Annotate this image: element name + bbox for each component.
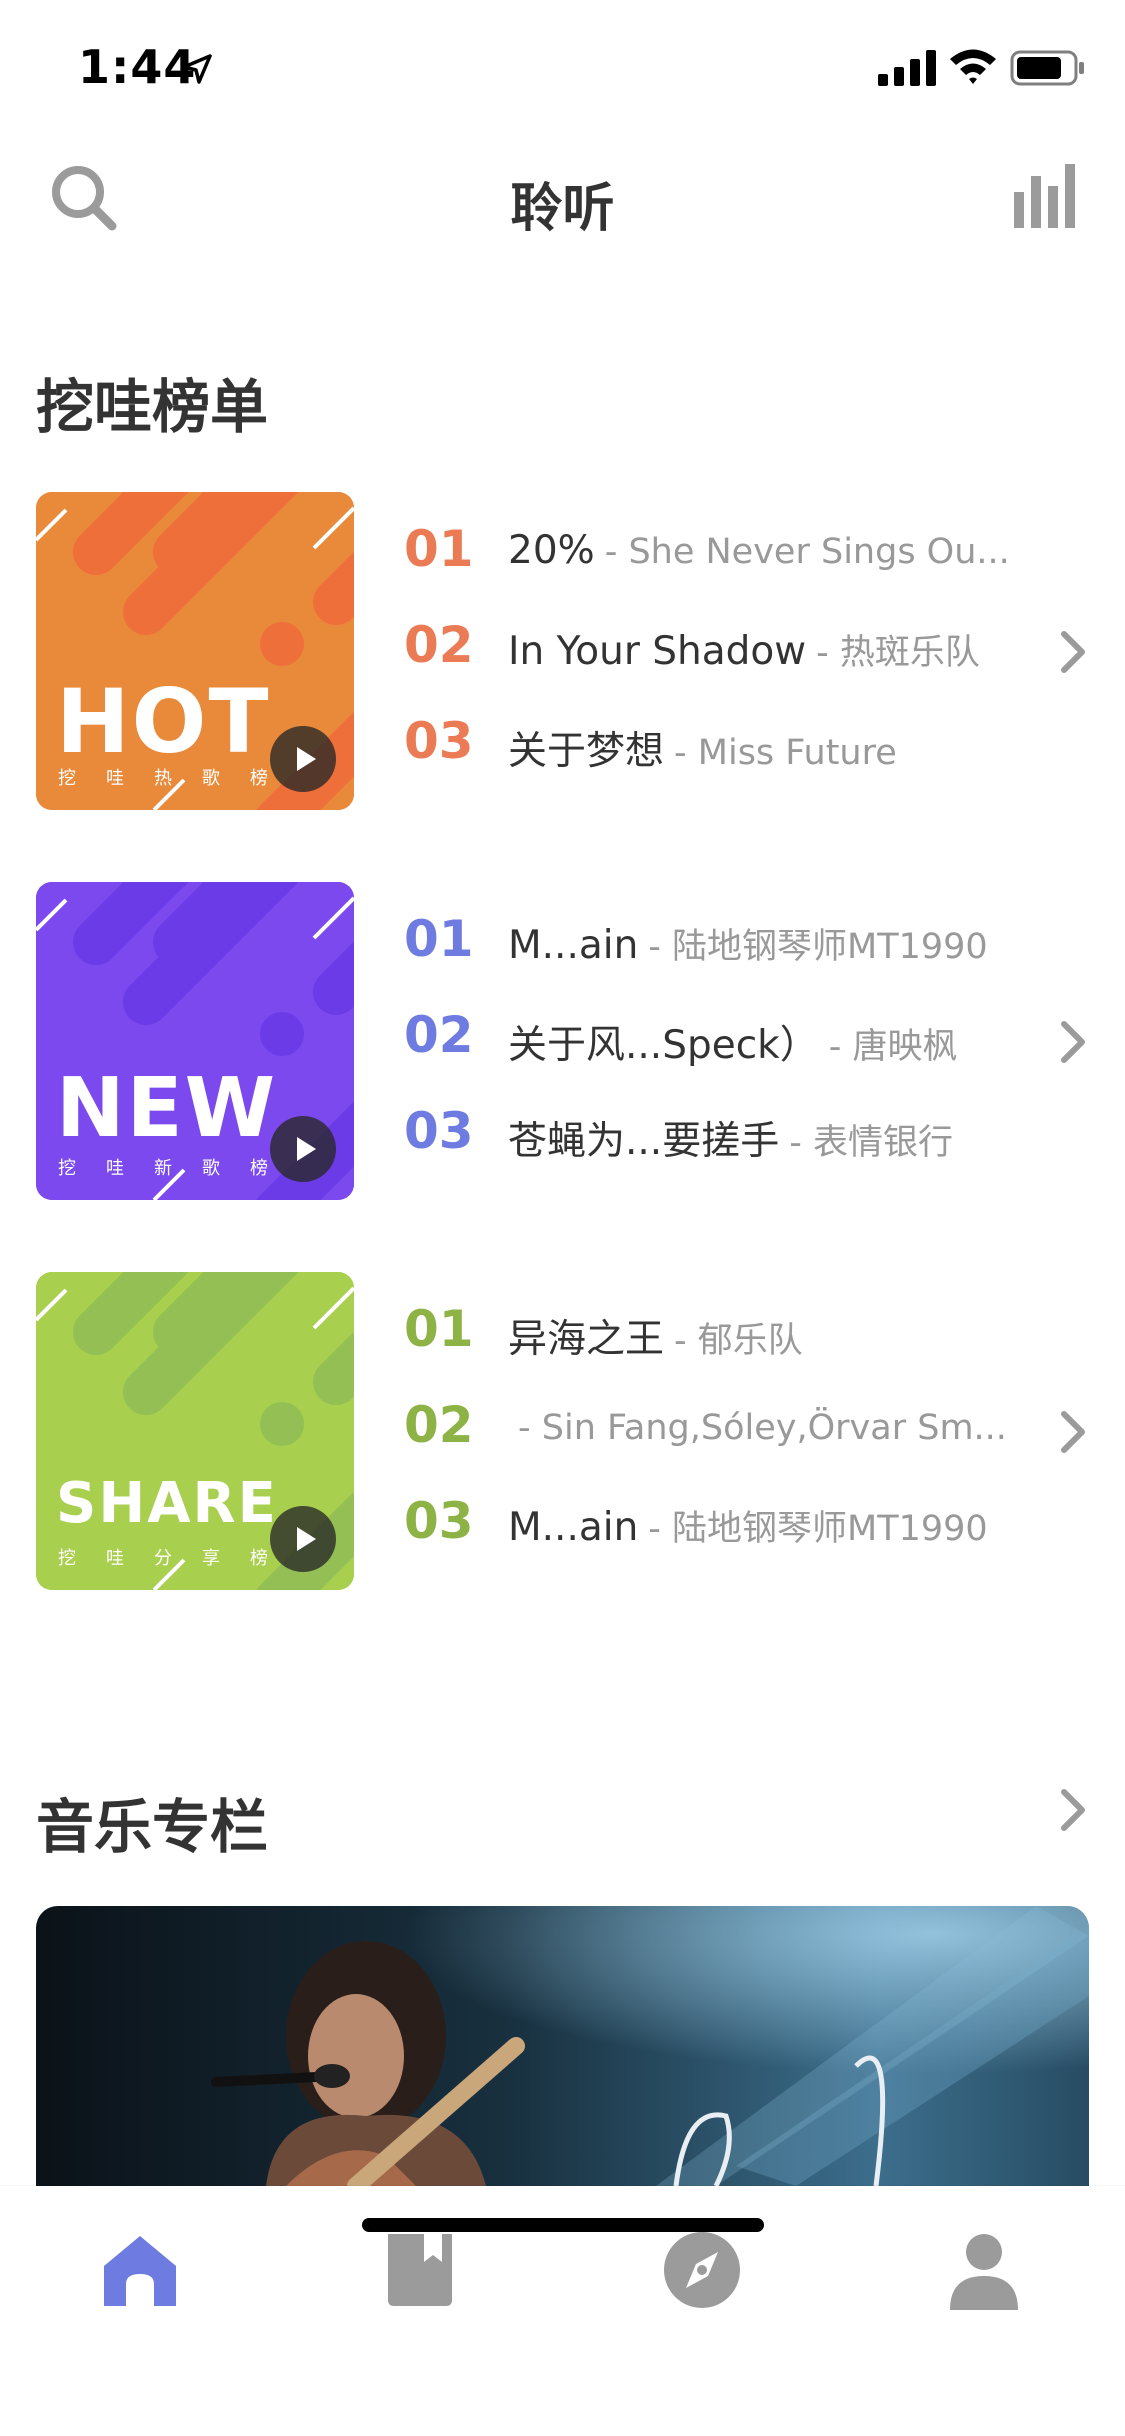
- track-number: 03: [404, 1102, 474, 1160]
- track-artist: - 郁乐队: [674, 1321, 803, 1361]
- track-item[interactable]: 03 苍蝇为...要搓手 - 表情银行: [404, 1096, 1044, 1166]
- chevron-right-icon[interactable]: [1058, 1786, 1088, 1834]
- track-title: M...ain: [508, 923, 639, 968]
- track-item[interactable]: 03 M...ain - 陆地钢琴师MT1990: [404, 1486, 1044, 1556]
- track-number: 02: [404, 616, 474, 674]
- play-button[interactable]: [270, 726, 336, 792]
- home-icon[interactable]: [98, 2228, 182, 2312]
- track-artist: - 热斑乐队: [816, 633, 980, 673]
- chevron-right-icon[interactable]: [1058, 628, 1088, 676]
- track-item[interactable]: 01 异海之王 - 郁乐队: [404, 1294, 1044, 1364]
- track-title: 苍蝇为...要搓手: [508, 1119, 780, 1164]
- track-artist: - 表情银行: [789, 1123, 953, 1163]
- chart-row-share[interactable]: SHARE 挖哇分享榜 01 异海之王 - 郁乐队 02 - Sin Fang,S…: [0, 1272, 1125, 1592]
- chart-row-new[interactable]: NEW 挖哇新歌榜 01 M...ain - 陆地钢琴师MT1990 02 关于风…: [0, 882, 1125, 1202]
- chart-cover-hot[interactable]: HOT 挖哇热歌榜: [36, 492, 354, 810]
- track-artist: - Sin Fang,Sóley,Örvar Sm...: [518, 1408, 1007, 1448]
- track-title: 关于梦想: [508, 729, 665, 774]
- track-artist: - She Never Sings Ou...: [604, 532, 1010, 572]
- track-item[interactable]: 01 M...ain - 陆地钢琴师MT1990: [404, 904, 1044, 974]
- cover-word: HOT: [56, 670, 271, 773]
- track-title: In Your Shadow: [508, 629, 807, 674]
- track-artist: - 唐映枫: [828, 1027, 958, 1067]
- cover-subtitle: 挖哇分享榜: [58, 1548, 298, 1569]
- cover-subtitle: 挖哇新歌榜: [58, 1158, 298, 1179]
- book-icon[interactable]: [378, 2228, 462, 2312]
- concert-photo: [36, 1906, 1089, 2186]
- track-number: 01: [404, 1300, 474, 1358]
- battery-icon: [1010, 50, 1084, 86]
- chart-cover-share[interactable]: SHARE 挖哇分享榜: [36, 1272, 354, 1590]
- chevron-right-icon[interactable]: [1058, 1018, 1088, 1066]
- track-text: 苍蝇为...要搓手 - 表情银行: [508, 1110, 953, 1166]
- track-artist: - 陆地钢琴师MT1990: [648, 927, 988, 967]
- column-section-title: 音乐专栏: [36, 1793, 269, 1861]
- compass-icon[interactable]: [660, 2228, 744, 2312]
- track-item[interactable]: 01 20% - She Never Sings Ou...: [404, 514, 1044, 584]
- track-number: 03: [404, 1492, 474, 1550]
- cover-subtitle: 挖哇热歌榜: [58, 768, 298, 789]
- profile-icon[interactable]: [942, 2228, 1026, 2312]
- track-artist: - Miss Future: [674, 733, 897, 773]
- cover-word: SHARE: [56, 1471, 278, 1536]
- track-item[interactable]: 02 关于风...Speck） - 唐映枫: [404, 1000, 1044, 1070]
- cover-word: NEW: [56, 1061, 278, 1156]
- track-number: 03: [404, 712, 474, 770]
- track-text: - Sin Fang,Sóley,Örvar Sm...: [508, 1404, 1007, 1449]
- track-item[interactable]: 03 关于梦想 - Miss Future: [404, 706, 1044, 776]
- page-title: 聆听: [510, 179, 615, 239]
- track-text: M...ain - 陆地钢琴师MT1990: [508, 1500, 988, 1551]
- track-title: M...ain: [508, 1505, 639, 1550]
- track-text: M...ain - 陆地钢琴师MT1990: [508, 918, 988, 969]
- play-icon: [297, 747, 316, 771]
- track-title: 异海之王: [508, 1317, 665, 1362]
- chevron-right-icon[interactable]: [1058, 1408, 1088, 1456]
- track-text: 关于梦想 - Miss Future: [508, 720, 897, 776]
- track-text: 关于风...Speck） - 唐映枫: [508, 1014, 958, 1070]
- track-number: 02: [404, 1006, 474, 1064]
- wifi-icon: [950, 49, 996, 84]
- play-icon: [297, 1527, 316, 1551]
- play-icon: [297, 1137, 316, 1161]
- track-text: 异海之王 - 郁乐队: [508, 1308, 803, 1364]
- stats-bars-icon[interactable]: [1014, 164, 1076, 228]
- chart-row-hot[interactable]: HOT 挖哇热歌榜 01 20% - She Never Sings Ou... …: [0, 492, 1125, 812]
- status-time: 1:44: [78, 40, 197, 94]
- play-button[interactable]: [270, 1116, 336, 1182]
- track-artist: - 陆地钢琴师MT1990: [648, 1509, 988, 1549]
- home-indicator: [362, 2218, 764, 2232]
- track-title: 关于风...Speck）: [508, 1023, 819, 1068]
- location-arrow-icon: [182, 54, 212, 84]
- track-text: In Your Shadow - 热斑乐队: [508, 624, 980, 675]
- rank-section-title: 挖哇榜单: [36, 373, 269, 441]
- status-bar: 1:44: [0, 0, 1125, 132]
- track-item[interactable]: 02 - Sin Fang,Sóley,Örvar Sm...: [404, 1390, 1044, 1460]
- chart-cover-new[interactable]: NEW 挖哇新歌榜: [36, 882, 354, 1200]
- track-item[interactable]: 02 In Your Shadow - 热斑乐队: [404, 610, 1044, 680]
- play-button[interactable]: [270, 1506, 336, 1572]
- track-text: 20% - She Never Sings Ou...: [508, 528, 1010, 573]
- signal-icon: [878, 50, 936, 86]
- track-number: 02: [404, 1396, 474, 1454]
- track-title: 20%: [508, 528, 595, 573]
- track-number: 01: [404, 910, 474, 968]
- track-number: 01: [404, 520, 474, 578]
- music-column-banner[interactable]: [36, 1906, 1089, 2186]
